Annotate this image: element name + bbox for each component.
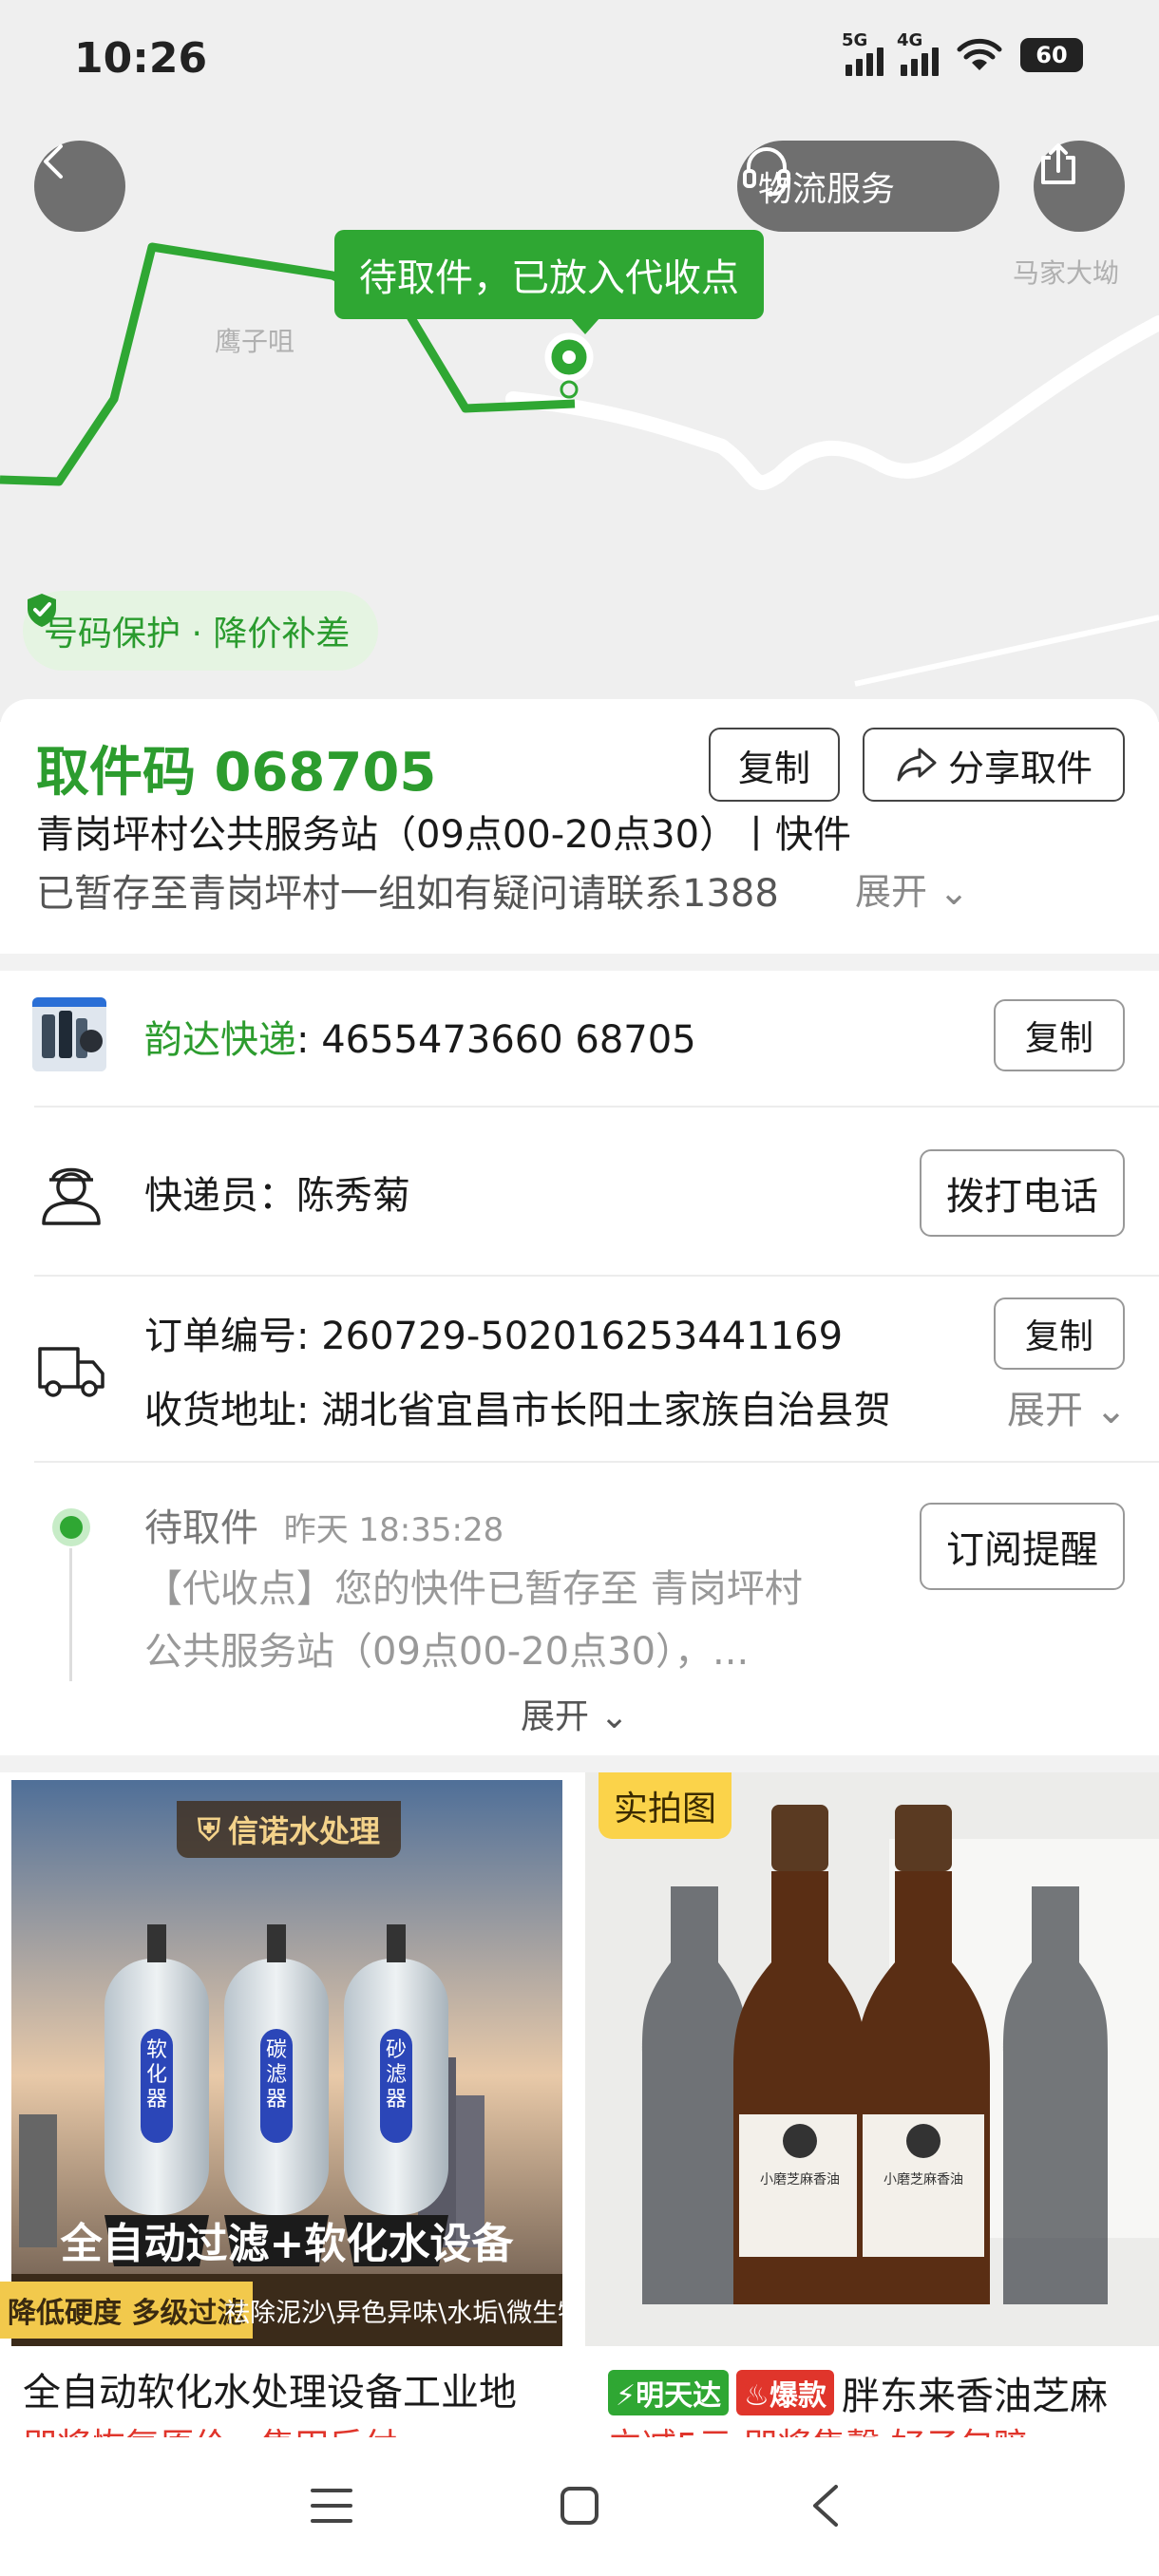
share-button[interactable] [1034,141,1125,232]
product-banner-main: 全自动过滤+软化水设备 [60,2220,514,2268]
chevron-down-icon: ⌄ [589,1697,629,1736]
headset-icon [743,147,790,197]
battery-icon: 60 [1020,38,1083,72]
product-image: ⛨ 信诺水处理 软化器 碳滤器 砂滤器 全自动过滤+软化水设备 降低硬度 多级过滤… [0,1772,574,2346]
carrier-line: 韵达快递: 4655473660 68705 [144,1009,696,1064]
network-type-label: 5G [842,30,868,50]
station-info: 青岗坪村公共服务站（09点00-20点30）丨快件 [36,813,852,857]
menu-icon[interactable] [310,2485,353,2527]
expand-timeline-button[interactable]: 展开 ⌄ [521,1689,629,1738]
order-number: 订单编号: 260729-502016253441169 [144,1315,844,1358]
shield-check-icon [28,594,56,627]
brand-badge: ⛨ 信诺水处理 [177,1801,402,1858]
subscribe-reminder-button[interactable]: 订阅提醒 [920,1503,1125,1590]
clock: 10:26 [74,34,208,83]
expand-label: 展开 [855,871,928,913]
delivery-truck-icon [38,1347,104,1397]
hot-badge-label: 爆款 [769,2379,826,2413]
timeline-status-dot [52,1508,90,1546]
home-icon[interactable] [559,2485,600,2527]
timeline-line [69,1548,72,1681]
product-image: 小磨芝麻香油 小磨芝麻香油 实拍图 [585,1772,1159,2346]
product-thumbnail [32,997,106,1071]
shield-logo-icon: ⛨ [198,1810,221,1847]
expand-address-button[interactable]: 展开 ⌄ [969,1379,1128,1434]
road [505,315,1159,490]
logistics-service-button[interactable]: 物流服务 [737,141,999,232]
signal-5g-icon: 5G [842,30,884,76]
expand-label: 展开 [521,1697,590,1736]
status-bar: 10:26 5G 4G 60 [0,0,1159,114]
share-arrow-icon [897,748,937,782]
pickup-code: 取件码 068705 [36,742,437,804]
system-nav-bar [0,2437,1159,2576]
signal-4g-icon: 4G [897,30,939,76]
timeline-time: 昨天 18:35:28 [283,1511,504,1549]
back-arrow-icon [44,144,63,179]
back-nav-icon[interactable] [809,2483,842,2529]
product-subtitle: 立减5元 即将售罄 好子包赔 [608,2418,1028,2437]
flame-icon: ♨ [744,2379,770,2413]
product-subtitle: 即将恢复原价 · 售田后付 [23,2418,397,2437]
chevron-down-icon: ⌄ [927,871,969,913]
share-pickup-button[interactable]: 分享取件 [863,728,1125,802]
product-banner-tag: 降低硬度 多级过滤 [0,2282,254,2339]
tracking-number: : 4655473660 68705 [296,1018,696,1062]
photo-tag: 实拍图 [598,1772,732,1839]
next-day-badge: ⚡明天达 [608,2370,730,2415]
row-divider [34,1461,1159,1463]
brand-name: 信诺水处理 [228,1813,381,1849]
protection-badge[interactable]: 号码保护 · 降价补差 [23,591,379,671]
product-title: 全自动软化水处理设备工业地 [23,2371,517,2415]
timeline-status: 待取件 昨天 18:35:28 [144,1497,504,1552]
map-place-label: 鹰子咀 [215,326,295,357]
tank-label: 碳滤器 [265,2038,287,2112]
delivery-address: 收货地址: 湖北省宜昌市长阳土家族自治县贺 [144,1389,892,1432]
road-2 [854,615,1159,687]
pickup-card: 取件码 068705 复制 分享取件 青岗坪村公共服务站（09点00-20点30… [0,699,1159,954]
copy-code-button[interactable]: 复制 [709,728,840,802]
hot-badge: ♨爆款 [736,2370,834,2415]
timeline-detail: 【代收点】您的快件已暂存至 青岗坪村 [144,1567,803,1611]
courier-row: 快递员：陈秀菊 拨打电话 [0,1108,1159,1275]
share-icon [1041,143,1075,184]
expand-label: 展开 [1007,1389,1083,1432]
tank-label: 软化器 [145,2038,167,2112]
courier-name: 快递员：陈秀菊 [144,1174,410,1218]
share-pickup-label: 分享取件 [947,747,1092,789]
product-card[interactable]: 小磨芝麻香油 小磨芝麻香油 实拍图 ⚡明天达 ♨爆款 胖东来香油芝麻 立减5元 … [585,1772,1159,2437]
product-banner-sub: 祛除泥沙\异色异味\水垢\微生物 [224,2298,574,2328]
tracking-row: 韵达快递: 4655473660 68705 复制 [0,971,1159,1106]
bottle-label: 小磨芝麻香油 [760,2172,840,2188]
lightning-icon: ⚡ [616,2379,636,2413]
protection-badge-label: 号码保护 · 降价补差 [44,615,351,653]
call-courier-button[interactable]: 拨打电话 [920,1149,1125,1237]
chevron-down-icon: ⌄ [1083,1389,1128,1432]
next-day-badge-label: 明天达 [636,2379,722,2413]
location-pin-center [562,350,576,364]
section-divider [0,954,1159,971]
bottle-label: 小磨芝麻香油 [884,2172,963,2188]
carrier-name: 韵达快递 [144,1018,296,1062]
product-card[interactable]: ⛨ 信诺水处理 软化器 碳滤器 砂滤器 全自动过滤+软化水设备 降低硬度 多级过滤… [0,1772,574,2437]
status-bubble: 待取件，已放入代收点 [334,230,764,334]
tank-label: 砂滤器 [385,2038,407,2112]
timeline-status-label: 待取件 [144,1506,258,1550]
section-divider [0,1755,1159,1772]
back-button[interactable] [34,141,125,232]
product-title: 胖东来香油芝麻 [841,2375,1108,2418]
timeline-detail: 公共服务站（09点00-20点30），... [144,1630,750,1674]
courier-person-icon [42,1167,101,1225]
product-title-line: ⚡明天达 ♨爆款 胖东来香油芝麻 [608,2365,1108,2420]
copy-order-button[interactable]: 复制 [994,1297,1125,1370]
network-type-label: 4G [897,30,923,50]
copy-tracking-button[interactable]: 复制 [994,999,1125,1071]
location-pin-base [560,380,579,399]
order-row: 订单编号: 260729-502016253441169 收货地址: 湖北省宜昌… [0,1277,1159,1461]
status-icons: 5G 4G 60 [842,30,1083,76]
wifi-icon [957,38,1002,70]
expand-note-button[interactable]: 展开 ⌄ [817,862,969,915]
map-place-label: 马家大坳 [1013,257,1120,289]
